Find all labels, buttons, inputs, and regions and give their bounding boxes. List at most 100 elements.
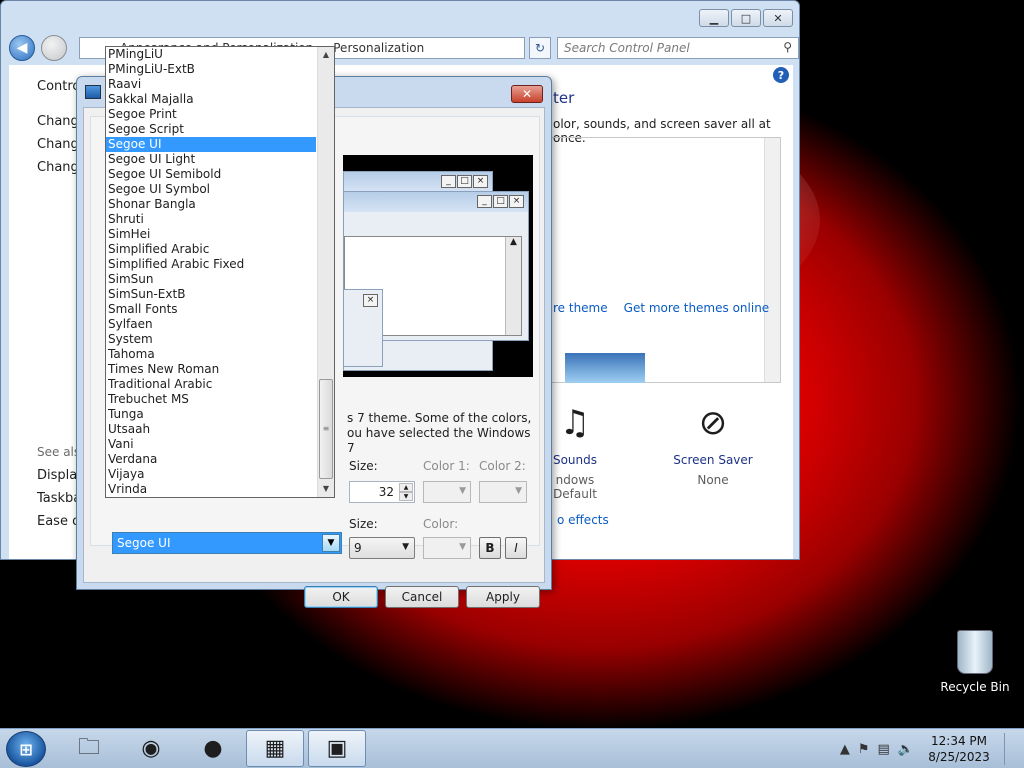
minimize-button[interactable]: ▁ bbox=[699, 9, 729, 27]
taskbar-firefox[interactable]: ● bbox=[184, 730, 242, 767]
back-button[interactable]: ◀ bbox=[9, 35, 35, 61]
scroll-down-icon[interactable]: ▼ bbox=[318, 481, 334, 497]
font-option[interactable]: Tahoma bbox=[106, 347, 316, 362]
font-option[interactable]: Sylfaen bbox=[106, 317, 316, 332]
font-option[interactable]: Utsaah bbox=[106, 422, 316, 437]
font-option[interactable]: PMingLiU bbox=[106, 47, 316, 62]
font-select[interactable]: Segoe UI ▼ bbox=[112, 532, 342, 554]
font-option[interactable]: Vani bbox=[106, 437, 316, 452]
font-option[interactable]: Segoe UI Symbol bbox=[106, 182, 316, 197]
action-center-icon[interactable]: ⚑ bbox=[858, 742, 870, 757]
font-dropdown-list[interactable]: PMingLiU PMingLiU-ExtB Raavi Sakkal Majalla… bbox=[105, 46, 335, 498]
font-option[interactable]: Simplified Arabic Fixed bbox=[106, 257, 316, 272]
network-icon[interactable]: ▤ bbox=[878, 742, 890, 757]
font-option[interactable]: Traditional Arabic bbox=[106, 377, 316, 392]
windows-logo-icon: ⊞ bbox=[19, 739, 33, 759]
taskbar-explorer[interactable]: 🗀 bbox=[60, 730, 118, 767]
dialog-close-button[interactable]: ✕ bbox=[511, 85, 543, 103]
font-option[interactable]: Vijaya bbox=[106, 467, 316, 482]
font-option[interactable]: Trebuchet MS bbox=[106, 392, 316, 407]
refresh-button[interactable]: ↻ bbox=[529, 37, 551, 59]
font-color-label: Color: bbox=[423, 517, 459, 531]
font-option[interactable]: PMingLiU-ExtB bbox=[106, 62, 316, 77]
theme-list[interactable] bbox=[545, 137, 781, 383]
control-panel-icon: ▦ bbox=[264, 736, 286, 761]
sounds-item[interactable]: ♫ Sounds ndows Default bbox=[545, 399, 605, 501]
forward-button[interactable] bbox=[41, 35, 67, 61]
effects-link[interactable]: o effects bbox=[557, 513, 609, 527]
recycle-bin-icon bbox=[957, 630, 993, 674]
item-size-stepper[interactable]: 32 ▲ ▼ bbox=[349, 481, 415, 503]
recycle-bin[interactable]: Recycle Bin bbox=[940, 630, 1010, 694]
taskbar-control-panel[interactable]: ▦ bbox=[246, 730, 304, 767]
start-button[interactable]: ⊞ bbox=[6, 731, 46, 767]
preview-scrollbar: ▲ bbox=[505, 237, 521, 335]
font-option[interactable]: SimSun-ExtB bbox=[106, 287, 316, 302]
font-option[interactable]: Sakkal Majalla bbox=[106, 92, 316, 107]
screen-saver-icon: ⊘ bbox=[698, 403, 728, 443]
font-size-select[interactable]: 9 ▼ bbox=[349, 537, 415, 559]
font-option[interactable]: Shruti bbox=[106, 212, 316, 227]
show-hidden-icons[interactable]: ▲ bbox=[840, 742, 850, 757]
font-option[interactable]: Segoe UI bbox=[106, 137, 316, 152]
sounds-label: Sounds bbox=[552, 453, 598, 467]
cancel-button[interactable]: Cancel bbox=[385, 586, 459, 608]
font-option[interactable]: Simplified Arabic bbox=[106, 242, 316, 257]
chevron-down-icon[interactable]: ▼ bbox=[322, 534, 340, 552]
maximize-button[interactable]: □ bbox=[731, 9, 761, 27]
font-option[interactable]: Small Fonts bbox=[106, 302, 316, 317]
preview-active-title: _ □ × bbox=[344, 192, 528, 212]
volume-muted-icon[interactable]: 🔈 bbox=[898, 742, 914, 757]
clock-date: 8/25/2023 bbox=[928, 750, 990, 764]
font-option[interactable]: Segoe Print bbox=[106, 107, 316, 122]
theme-thumbnail[interactable] bbox=[565, 353, 645, 383]
help-icon[interactable]: ? bbox=[773, 67, 789, 83]
taskbar-chrome[interactable]: ◉ bbox=[122, 730, 180, 767]
get-more-themes-link[interactable]: Get more themes online bbox=[624, 301, 770, 315]
font-list-scrollbar[interactable]: ▲ ≡ ▼ bbox=[317, 47, 334, 497]
save-theme-link[interactable]: re theme bbox=[553, 301, 608, 315]
taskbar-personalization[interactable]: ▣ bbox=[308, 730, 366, 767]
appearance-preview[interactable]: _ □ × _ □ × ▲ × bbox=[343, 155, 533, 377]
font-option[interactable]: SimSun bbox=[106, 272, 316, 287]
item-size-label: Size: bbox=[349, 459, 378, 473]
chevron-down-icon: ▼ bbox=[459, 486, 466, 496]
scroll-thumb[interactable]: ≡ bbox=[319, 379, 333, 479]
font-option[interactable]: Segoe UI Light bbox=[106, 152, 316, 167]
close-button[interactable]: ✕ bbox=[763, 9, 793, 27]
title-bar[interactable]: ▁ □ ✕ bbox=[1, 1, 799, 31]
font-option[interactable]: SimHei bbox=[106, 227, 316, 242]
appearance-description: s 7 theme. Some of the colors, ou have s… bbox=[347, 411, 532, 455]
color2-picker[interactable]: ▼ bbox=[479, 481, 527, 503]
tray-icons: ▲ ⚑ ▤ 🔈 bbox=[840, 742, 914, 757]
search-icon[interactable]: ⚲ bbox=[783, 40, 792, 54]
theme-scrollbar[interactable] bbox=[764, 138, 780, 382]
breadcrumb-personalization[interactable]: Personalization bbox=[333, 41, 424, 55]
font-option[interactable]: Segoe Script bbox=[106, 122, 316, 137]
font-size-label: Size: bbox=[349, 517, 378, 531]
color1-picker[interactable]: ▼ bbox=[423, 481, 471, 503]
font-option[interactable]: Times New Roman bbox=[106, 362, 316, 377]
font-color-picker[interactable]: ▼ bbox=[423, 537, 471, 559]
font-option[interactable]: Raavi bbox=[106, 77, 316, 92]
bold-toggle[interactable]: B bbox=[479, 537, 501, 559]
scroll-up-icon[interactable]: ▲ bbox=[318, 47, 334, 63]
font-option[interactable]: Vrinda bbox=[106, 482, 316, 497]
search-input[interactable]: Search Control Panel ⚲ bbox=[557, 37, 799, 59]
size-up-icon[interactable]: ▲ bbox=[399, 483, 413, 492]
color2-label: Color 2: bbox=[479, 459, 526, 473]
back-arrow-icon: ◀ bbox=[16, 40, 28, 56]
font-option[interactable]: Tunga bbox=[106, 407, 316, 422]
italic-toggle[interactable]: I bbox=[505, 537, 527, 559]
ok-button[interactable]: OK bbox=[304, 586, 378, 608]
clock[interactable]: 12:34 PM 8/25/2023 bbox=[924, 733, 994, 765]
apply-button[interactable]: Apply bbox=[466, 586, 540, 608]
font-option[interactable]: System bbox=[106, 332, 316, 347]
screen-saver-item[interactable]: ⊘ Screen Saver None bbox=[673, 399, 753, 487]
show-desktop-button[interactable] bbox=[1004, 733, 1016, 765]
font-option[interactable]: Shonar Bangla bbox=[106, 197, 316, 212]
font-option[interactable]: Segoe UI Semibold bbox=[106, 167, 316, 182]
font-option[interactable]: Verdana bbox=[106, 452, 316, 467]
size-down-icon[interactable]: ▼ bbox=[399, 492, 413, 501]
theme-links: re theme Get more themes online bbox=[553, 301, 769, 315]
